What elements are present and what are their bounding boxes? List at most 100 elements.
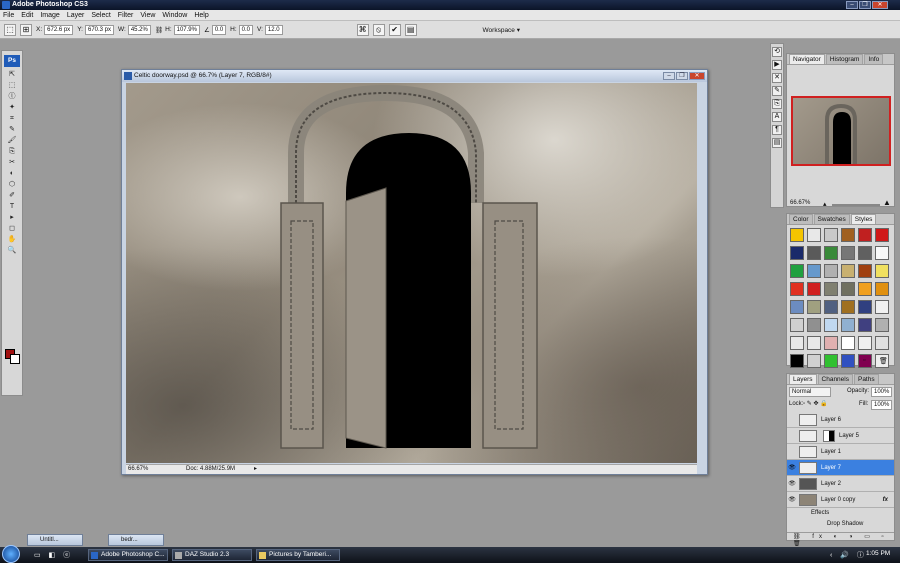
background-color-swatch[interactable] <box>10 354 20 364</box>
menu-layer[interactable]: Layer <box>67 12 85 19</box>
style-swatch[interactable] <box>875 300 889 314</box>
maximize-button[interactable]: ❐ <box>859 1 871 9</box>
zoom-in-icon[interactable]: ▲ <box>883 198 891 207</box>
layer-row[interactable]: Layer 6 <box>787 412 894 428</box>
style-swatch[interactable] <box>807 354 821 368</box>
style-swatch[interactable] <box>875 246 889 260</box>
style-swatch[interactable] <box>875 228 889 242</box>
tab-paths[interactable]: Paths <box>853 374 879 384</box>
new-style-icon[interactable]: ▫ <box>863 357 865 364</box>
tab-info[interactable]: Info <box>864 54 884 64</box>
brushes-icon[interactable]: ✎ <box>772 86 782 96</box>
style-swatch[interactable] <box>841 300 855 314</box>
style-swatch[interactable] <box>790 264 804 278</box>
tab-channels[interactable]: Channels <box>817 374 853 384</box>
pen-tool-icon[interactable]: ✐ <box>3 190 21 201</box>
clone-source-icon[interactable]: ⎘ <box>772 99 782 109</box>
paragraph-icon[interactable]: ¶ <box>772 125 782 135</box>
style-swatch[interactable] <box>858 246 872 260</box>
lasso-tool-icon[interactable]: ⓛ <box>3 91 21 102</box>
zoom-readout[interactable]: 66.67% <box>128 465 148 474</box>
layer-row[interactable]: Layer 5 <box>787 428 894 444</box>
lock-icons[interactable]: ▫ ✎ ✥ 🔒 <box>803 400 828 407</box>
magic-wand-icon[interactable]: ✦ <box>3 102 21 113</box>
canvas[interactable] <box>126 83 697 463</box>
menu-file[interactable]: File <box>3 12 14 19</box>
style-swatch[interactable] <box>790 246 804 260</box>
commit-transform-icon[interactable]: ✔ <box>388 23 401 36</box>
style-swatch[interactable] <box>858 318 872 332</box>
style-swatch[interactable] <box>824 246 838 260</box>
style-swatch[interactable] <box>875 264 889 278</box>
history-icon[interactable]: ⟲ <box>772 47 782 57</box>
navigator-thumbnail[interactable] <box>791 96 891 166</box>
zoom-out-icon[interactable]: ▴ <box>823 200 827 208</box>
layer-footer-icons[interactable]: ⛓ fx ◐ ◑ ▭ ▫ 🗑 <box>793 534 889 547</box>
taskbar-daz-studio[interactable]: DAZ Studio 2.3 <box>172 549 252 561</box>
eye-icon[interactable]: 👁 <box>787 464 797 471</box>
style-swatch[interactable] <box>858 228 872 242</box>
menu-help[interactable]: Help <box>194 12 208 19</box>
hskew-field[interactable]: 0.0 <box>238 24 253 35</box>
layer-row[interactable]: Layer 1 <box>787 444 894 460</box>
doc-minimize-button[interactable]: – <box>663 72 675 80</box>
taskbar-photoshop[interactable]: Adobe Photoshop C... <box>88 549 168 561</box>
menu-window[interactable]: Window <box>162 12 187 19</box>
style-swatch[interactable] <box>858 300 872 314</box>
height-field[interactable]: 107.9% <box>173 24 200 35</box>
delete-style-icon[interactable]: 🗑 <box>879 357 888 365</box>
character-icon[interactable]: A <box>772 112 782 122</box>
style-swatch[interactable] <box>807 282 821 296</box>
warp-icon[interactable]: ⌘ <box>356 23 369 36</box>
quick-launch-icons[interactable]: ▭ ◧ ⓔ <box>34 550 73 560</box>
tab-color[interactable]: Color <box>789 214 813 224</box>
hand-tool-icon[interactable]: ✋ <box>3 234 21 245</box>
gradient-tool-icon[interactable]: ◐ <box>3 168 21 179</box>
style-swatch[interactable] <box>841 354 855 368</box>
brush-tool-icon[interactable]: 🖌 <box>3 135 21 146</box>
close-button[interactable]: ✕ <box>872 1 888 9</box>
angle-field[interactable]: 0.0 <box>211 24 227 35</box>
zoom-tool-icon[interactable]: 🔍 <box>3 245 21 256</box>
drop-shadow-effect[interactable]: Drop Shadow <box>827 521 863 527</box>
style-swatch[interactable] <box>841 228 855 242</box>
style-swatch[interactable] <box>807 264 821 278</box>
doc-close-button[interactable]: ✕ <box>689 72 705 80</box>
style-swatch[interactable] <box>858 264 872 278</box>
style-swatch[interactable] <box>790 354 804 368</box>
taskbar-pictures[interactable]: Pictures by Tamberi... <box>256 549 340 561</box>
minimized-window[interactable]: Untitl... <box>27 534 83 546</box>
layer-row-selected[interactable]: 👁 Layer 7 <box>787 460 894 476</box>
style-swatch[interactable] <box>807 228 821 242</box>
style-swatch[interactable] <box>875 336 889 350</box>
minimize-button[interactable]: – <box>846 1 858 9</box>
style-swatch[interactable] <box>858 282 872 296</box>
actions-icon[interactable]: ▶ <box>772 60 782 70</box>
healing-brush-icon[interactable]: ✎ <box>3 124 21 135</box>
style-swatch[interactable] <box>824 228 838 242</box>
style-swatch[interactable] <box>790 300 804 314</box>
menu-edit[interactable]: Edit <box>21 12 33 19</box>
style-swatch[interactable] <box>790 336 804 350</box>
style-swatch[interactable] <box>824 264 838 278</box>
navigator-zoom[interactable]: 66.67% <box>790 200 810 206</box>
doc-maximize-button[interactable]: ❐ <box>676 72 688 80</box>
layer-row[interactable]: 👁 Layer 0 copy fx <box>787 492 894 508</box>
minimized-window[interactable]: bedr... <box>108 534 164 546</box>
marquee-tool-icon[interactable]: ⬚ <box>3 80 21 91</box>
style-swatch[interactable] <box>824 336 838 350</box>
reference-point-icon[interactable]: ⊞ <box>20 23 32 36</box>
style-swatch[interactable] <box>824 318 838 332</box>
workspace-menu[interactable]: Workspace ▾ <box>483 26 520 34</box>
tool-preset-icon[interactable]: ⬚ <box>4 23 16 36</box>
style-swatch[interactable] <box>841 318 855 332</box>
status-arrow-icon[interactable]: ▸ <box>254 465 257 474</box>
style-swatch[interactable] <box>858 336 872 350</box>
y-field[interactable]: 670.3 px <box>84 24 115 35</box>
menu-view[interactable]: View <box>140 12 155 19</box>
start-button[interactable] <box>2 545 20 563</box>
tab-swatches[interactable]: Swatches <box>813 214 850 224</box>
type-tool-icon[interactable]: T <box>3 201 21 212</box>
style-swatch[interactable] <box>841 282 855 296</box>
blend-mode-select[interactable]: Normal <box>789 387 831 397</box>
